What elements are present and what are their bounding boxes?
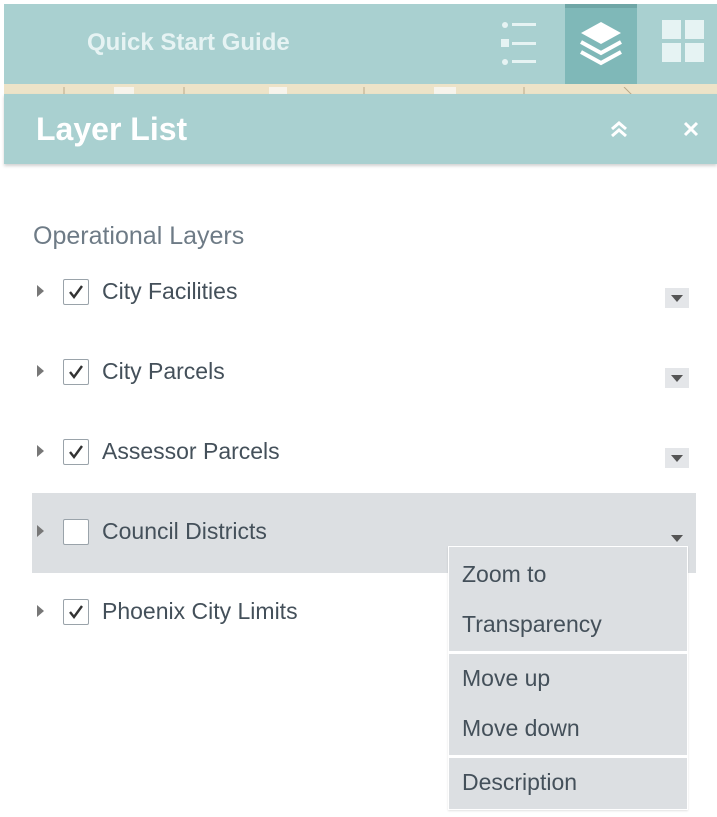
layer-menu-button[interactable] — [665, 448, 689, 468]
collapse-panel-button[interactable] — [604, 114, 634, 144]
checkmark-icon — [69, 285, 83, 299]
layer-row[interactable]: City Facilities — [32, 253, 696, 333]
panel-title: Layer List — [36, 111, 188, 147]
menu-item-transparency[interactable]: Transparency — [462, 611, 602, 638]
double-chevron-up-icon — [611, 121, 627, 138]
menu-item-move-down[interactable]: Move down — [462, 715, 580, 742]
close-panel-button[interactable] — [676, 114, 706, 144]
layer-row[interactable]: Assessor Parcels — [32, 413, 696, 493]
checkmark-icon — [69, 365, 83, 379]
expand-arrow-icon[interactable] — [37, 365, 44, 377]
expand-arrow-icon[interactable] — [37, 445, 44, 457]
expand-arrow-icon[interactable] — [37, 525, 44, 537]
expand-arrow-icon[interactable] — [37, 605, 44, 617]
caret-down-icon — [671, 375, 683, 382]
layers-icon — [580, 22, 622, 66]
layer-menu-button[interactable] — [665, 528, 689, 548]
menu-divider — [449, 651, 687, 654]
menu-divider — [449, 755, 687, 758]
layer-visibility-checkbox[interactable] — [63, 599, 89, 625]
checkmark-icon — [69, 445, 83, 459]
layer-visibility-checkbox[interactable] — [63, 439, 89, 465]
map-background — [4, 84, 717, 94]
menu-item-description[interactable]: Description — [462, 769, 577, 796]
layer-list-button[interactable] — [565, 4, 637, 84]
layer-label: City Facilities — [102, 278, 238, 304]
layer-menu-button[interactable] — [665, 368, 689, 388]
layer-visibility-checkbox[interactable] — [63, 359, 89, 385]
caret-down-icon — [671, 535, 683, 542]
layer-label: Phoenix City Limits — [102, 598, 298, 624]
caret-down-icon — [671, 455, 683, 462]
layer-options-menu: Zoom to Transparency Move up Move down D… — [448, 546, 688, 810]
menu-item-zoom-to[interactable]: Zoom to — [462, 561, 546, 588]
layer-list-header: Layer List — [4, 94, 717, 164]
layer-row[interactable]: City Parcels — [32, 333, 696, 413]
grid-icon — [662, 20, 704, 62]
menu-item-move-up[interactable]: Move up — [462, 665, 550, 692]
quick-start-guide-link[interactable]: Quick Start Guide — [87, 29, 290, 57]
layer-label: City Parcels — [102, 358, 225, 384]
layer-visibility-checkbox[interactable] — [63, 519, 89, 545]
close-icon — [683, 121, 699, 137]
layer-menu-button[interactable] — [665, 288, 689, 308]
layer-visibility-checkbox[interactable] — [63, 279, 89, 305]
layer-label: Council Districts — [102, 518, 267, 544]
layer-label: Assessor Parcels — [102, 438, 280, 464]
list-icon — [501, 22, 536, 65]
operational-layers-heading: Operational Layers — [33, 222, 245, 250]
checkmark-icon — [69, 605, 83, 619]
caret-down-icon — [671, 295, 683, 302]
top-toolbar: Quick Start Guide — [4, 4, 717, 84]
more-widgets-button[interactable] — [642, 4, 717, 84]
expand-arrow-icon[interactable] — [37, 285, 44, 297]
legend-list-button[interactable] — [488, 4, 560, 84]
